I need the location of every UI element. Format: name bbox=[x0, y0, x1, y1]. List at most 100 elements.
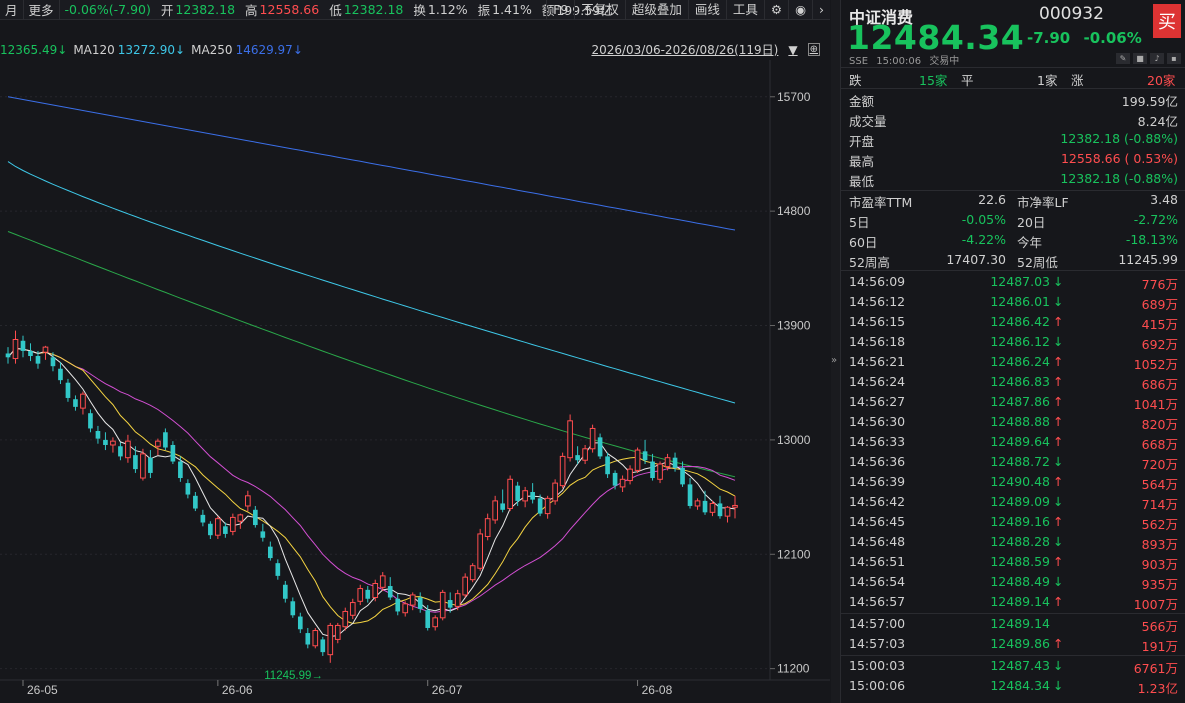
no-adjust-button[interactable]: 不复权 bbox=[574, 0, 625, 20]
candle-body bbox=[28, 350, 33, 357]
candle-body bbox=[357, 588, 364, 602]
ma-short-value: 12365.49↓ bbox=[0, 43, 68, 57]
date-range[interactable]: 2026/03/06-2026/08/26(119日) ▼ ⊕ bbox=[591, 41, 826, 58]
tick-volume: 191万 bbox=[1141, 639, 1178, 654]
tools-button[interactable]: 工具 bbox=[725, 0, 764, 20]
edit-icon[interactable]: ✎ bbox=[1116, 53, 1130, 64]
low-value: 12382.18 bbox=[343, 2, 404, 17]
candle-body bbox=[432, 617, 439, 628]
arrow-up-icon: ↑ bbox=[1053, 414, 1064, 429]
tick-row: 14:57:00 12489.14 566万 bbox=[841, 614, 1185, 634]
candle-body bbox=[20, 340, 26, 351]
lock-icon[interactable]: ⊕ bbox=[807, 43, 820, 56]
ma20-line bbox=[7, 347, 736, 613]
candle-body bbox=[567, 420, 573, 459]
candle-body bbox=[95, 431, 101, 439]
tick-volume: 415万 bbox=[1141, 317, 1178, 332]
candle-body bbox=[133, 455, 138, 470]
tick-row: 14:56:33 12489.64 ↑ 668万 bbox=[841, 432, 1185, 452]
tick-price: 12484.34 bbox=[990, 678, 1050, 693]
period-selector[interactable]: 月 bbox=[0, 0, 23, 19]
change-pct: -0.06% bbox=[1083, 29, 1142, 47]
panel-collapse-handle[interactable]: » bbox=[831, 0, 840, 703]
tick-price: 12489.14 bbox=[990, 616, 1050, 631]
stat-row: 最低 12382.18 (-0.88%) bbox=[841, 169, 1185, 189]
change-value: -7.90 bbox=[1027, 29, 1071, 47]
tick-row: 14:57:03 12489.86 ↑ 191万 bbox=[841, 634, 1185, 654]
trade-status: 交易中 bbox=[929, 56, 960, 67]
expand-icon[interactable]: › bbox=[812, 0, 830, 20]
valuation-row-2: 5日 -0.05% 20日 -2.72% bbox=[841, 210, 1185, 230]
tick-row: 14:56:30 12488.88 ↑ 820万 bbox=[841, 412, 1185, 432]
eye-icon[interactable]: ◉ bbox=[788, 0, 812, 20]
valuation-row-4: 52周高 17407.30 52周低 11245.99 bbox=[841, 250, 1185, 270]
kline-chart[interactable]: 15700 14800 13900 13000 12100 11200 26-05 26-06… bbox=[0, 60, 830, 703]
valuation-row-3: 60日 -4.22% 今年 -18.13% bbox=[841, 230, 1185, 250]
candle-body bbox=[484, 518, 491, 537]
tick-time: 14:56:27 bbox=[849, 394, 906, 409]
settings-icon[interactable]: ⚙ bbox=[763, 0, 788, 20]
l52-value: 11245.99 bbox=[1118, 252, 1178, 267]
tick-row: 14:56:39 12490.48 ↑ 564万 bbox=[841, 472, 1185, 492]
tick-price: 12487.43 bbox=[990, 658, 1050, 673]
bookmark-icon[interactable]: ■ bbox=[1133, 53, 1147, 64]
arrow-up-icon: ↑ bbox=[1053, 394, 1064, 409]
tick-price: 12486.83 bbox=[990, 374, 1050, 389]
d5-value: -0.05% bbox=[961, 212, 1006, 227]
bell-icon[interactable]: ♪ bbox=[1150, 53, 1164, 64]
y-tick-label: 12100 bbox=[777, 547, 811, 561]
f9-button[interactable]: F9 bbox=[546, 0, 574, 20]
candle-body bbox=[732, 504, 738, 508]
date-range-text: 2026/03/06-2026/08/26(119日) bbox=[591, 43, 779, 57]
candle-body bbox=[42, 346, 49, 353]
arrow-down-icon: ↓ bbox=[1053, 494, 1064, 509]
tick-volume: 820万 bbox=[1141, 417, 1178, 432]
tick-row: 14:56:18 12486.12 ↓ 692万 bbox=[841, 332, 1185, 352]
l52-label: 52周低 bbox=[1017, 255, 1058, 270]
quote-time: 15:00:06 bbox=[876, 56, 922, 67]
dropdown-icon[interactable]: ▼ bbox=[788, 43, 797, 57]
candle-body bbox=[462, 576, 469, 596]
x-tick-label: 26-08 bbox=[642, 683, 673, 697]
candle-body bbox=[80, 393, 86, 409]
buy-button[interactable]: 买 bbox=[1153, 4, 1181, 38]
price-change: -7.90 -0.06% bbox=[1027, 29, 1142, 47]
exchange: SSE bbox=[849, 56, 869, 67]
chart-toolbar: 月 更多 -0.06%(-7.90) 开 12382.18 高 12558.66… bbox=[0, 0, 830, 20]
tick-volume: 720万 bbox=[1141, 457, 1178, 472]
candle-body bbox=[334, 624, 341, 640]
tick-time: 14:56:39 bbox=[849, 474, 906, 489]
tick-time: 14:56:48 bbox=[849, 534, 906, 549]
stat-label: 开盘 bbox=[849, 134, 875, 149]
tick-time: 14:57:03 bbox=[849, 636, 906, 651]
candle-body bbox=[275, 563, 281, 576]
turnover-label: 换 bbox=[413, 3, 426, 18]
y-tick-label: 14800 bbox=[777, 204, 811, 218]
candle-body bbox=[417, 597, 423, 609]
tick-volume: 776万 bbox=[1141, 277, 1178, 292]
candle-body bbox=[492, 500, 498, 521]
candle-body bbox=[515, 485, 520, 501]
double-chevron-icon[interactable]: » bbox=[831, 355, 837, 366]
quote-panel: 中证消费 000932 买 12484.34 -7.90 -0.06% SSE … bbox=[840, 0, 1185, 703]
candle-body bbox=[627, 468, 633, 482]
candle-body bbox=[200, 514, 206, 523]
lock-icon[interactable]: ▪ bbox=[1167, 53, 1181, 64]
tick-price: 12486.42 bbox=[990, 314, 1050, 329]
candle-body bbox=[297, 616, 303, 630]
ma120-line bbox=[7, 161, 736, 404]
more-button[interactable]: 更多 bbox=[24, 0, 59, 19]
tick-price: 12488.72 bbox=[990, 454, 1050, 469]
candle-body bbox=[387, 586, 393, 598]
ytd-label: 今年 bbox=[1017, 235, 1043, 250]
candle-body bbox=[223, 526, 228, 534]
tick-time: 14:56:21 bbox=[849, 354, 906, 369]
candle-body bbox=[409, 594, 416, 606]
tick-price: 12488.28 bbox=[990, 534, 1050, 549]
candle-body bbox=[50, 357, 56, 367]
tick-price: 12488.59 bbox=[990, 554, 1050, 569]
candle-body bbox=[500, 503, 505, 510]
draw-line-button[interactable]: 画线 bbox=[687, 0, 726, 20]
overlay-button[interactable]: 超级叠加 bbox=[624, 0, 688, 20]
candle-body bbox=[612, 472, 618, 486]
